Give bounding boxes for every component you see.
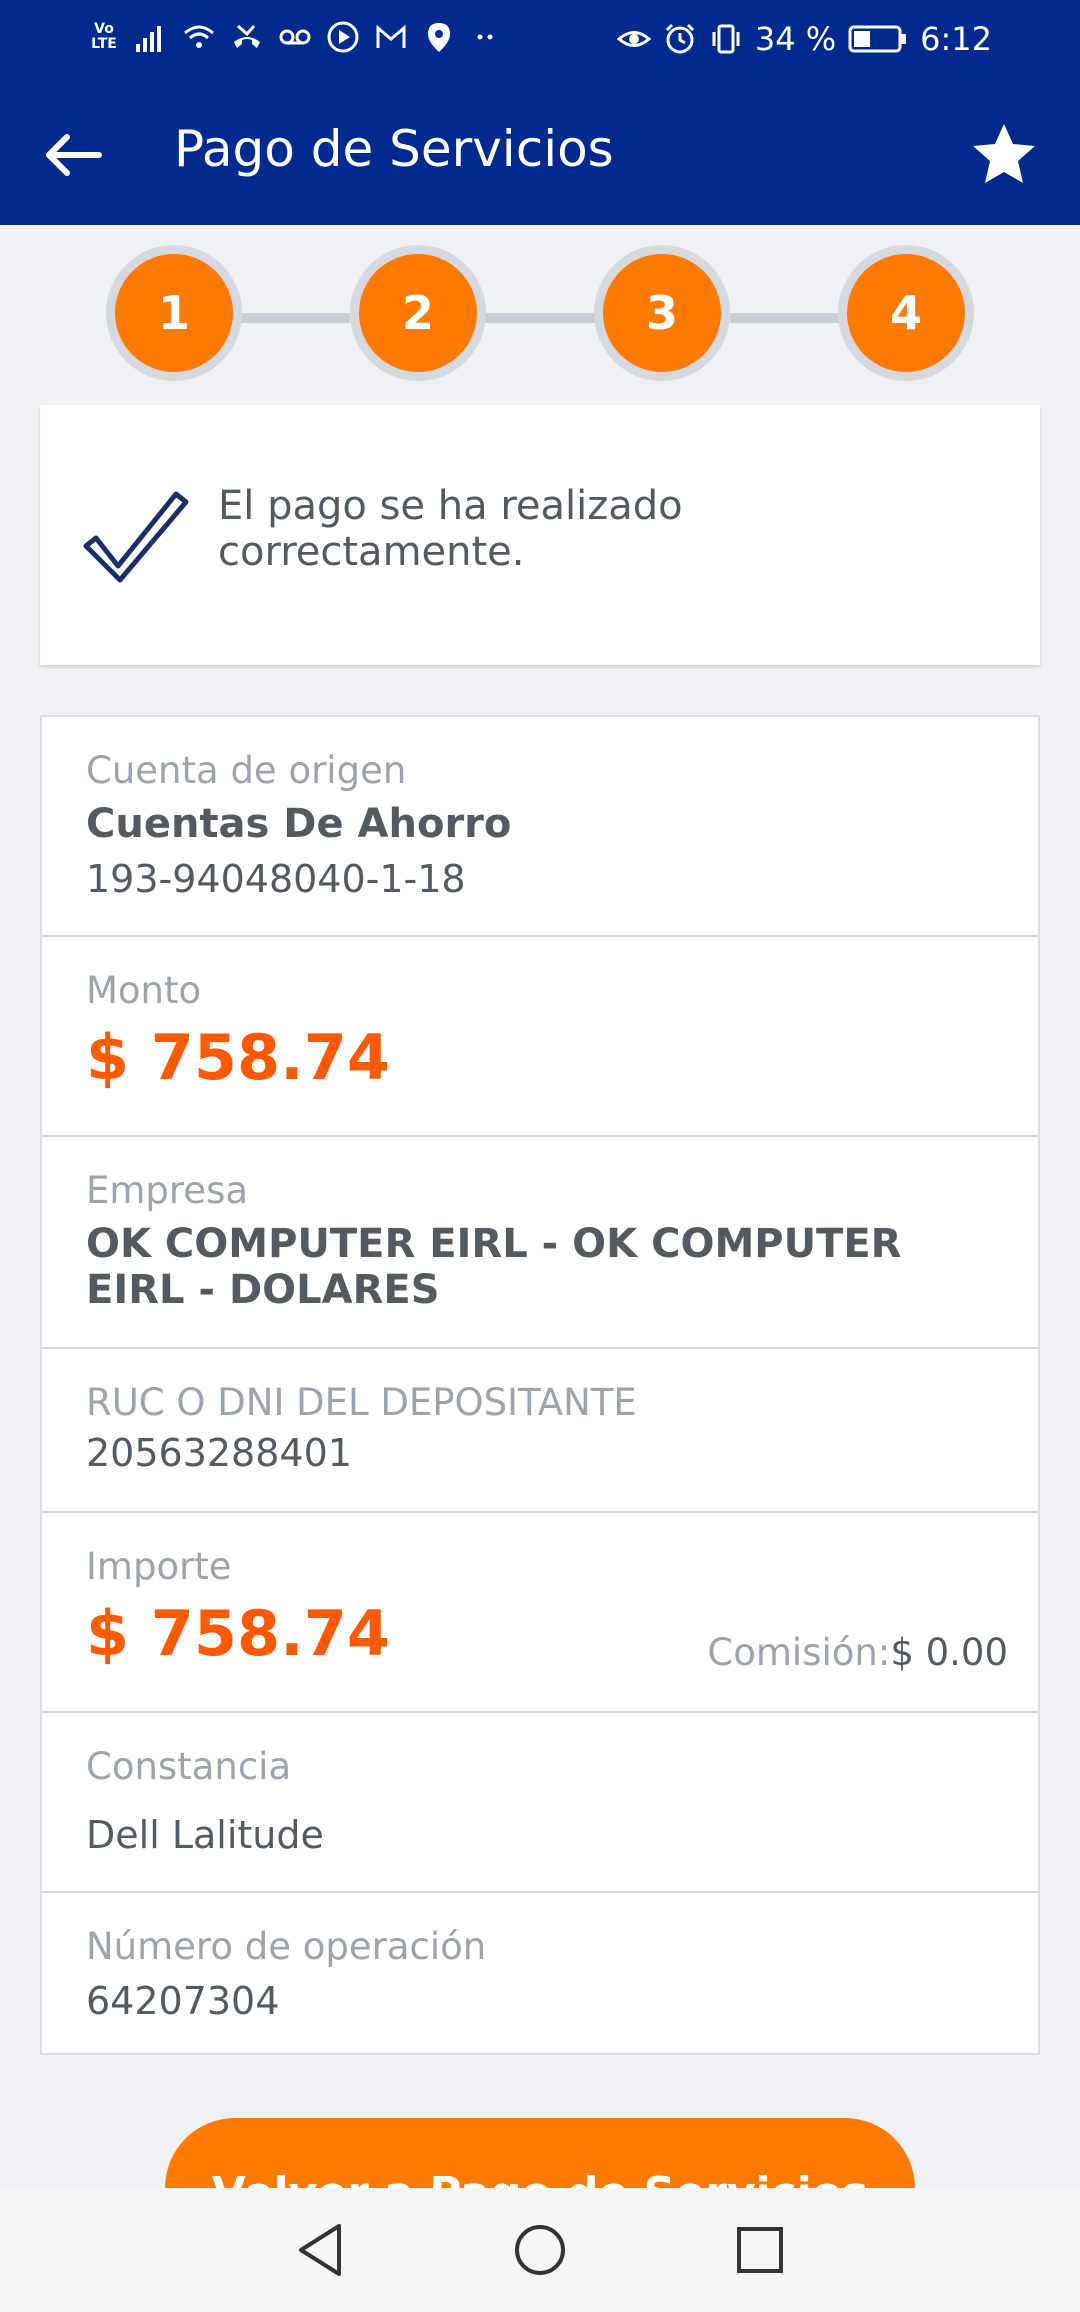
- triangle-back-icon: [299, 2224, 341, 2276]
- origin-account-number: 193-94048040-1-18: [86, 857, 466, 901]
- status-bar: Vo LTE 34 % 6:12: [0, 0, 1080, 80]
- step-number: 1: [115, 254, 233, 372]
- app-bar: Pago de Servicios: [0, 80, 1080, 225]
- more-dots-icon: [477, 34, 493, 40]
- company-label: Empresa: [86, 1169, 249, 1212]
- signal-icon: [136, 26, 161, 52]
- total-value: $ 758.74: [86, 1597, 390, 1670]
- step-connector: [240, 313, 350, 323]
- navigation-bar: [0, 2188, 1080, 2312]
- clock: 6:12: [920, 20, 992, 58]
- operation-value: 64207304: [86, 1979, 280, 2023]
- star-icon: [973, 124, 1035, 183]
- vibrate-icon: [712, 24, 740, 54]
- depositor-value: 20563288401: [86, 1431, 352, 1475]
- success-message: El pago se ha realizado correctamente.: [218, 483, 683, 575]
- detail-company: Empresa OK COMPUTER EIRL - OK COMPUTER E…: [42, 1137, 1038, 1349]
- page-title: Pago de Servicios: [174, 120, 614, 178]
- missed-call-icon: [234, 24, 260, 48]
- volte-label: Vo LTE: [91, 21, 117, 52]
- origin-account-type: Cuentas De Ahorro: [86, 801, 512, 847]
- commission-value: $ 0.00: [890, 1631, 1008, 1674]
- step-1: 1: [106, 245, 242, 381]
- amount-value: $ 758.74: [86, 1021, 390, 1094]
- battery-icon: [848, 25, 907, 53]
- alarm-icon: [665, 23, 694, 54]
- progress-stepper: 1 2 3 4: [0, 225, 1080, 405]
- commission: Comisión:$ 0.00: [707, 1631, 1008, 1674]
- step-number: 3: [603, 254, 721, 372]
- total-label: Importe: [86, 1545, 232, 1588]
- detail-depositor: RUC O DNI DEL DEPOSITANTE 20563288401: [42, 1349, 1038, 1513]
- location-icon: [428, 23, 450, 52]
- receipt-label: Constancia: [86, 1745, 292, 1788]
- eye-icon: [616, 31, 651, 47]
- back-button[interactable]: [38, 120, 108, 190]
- detail-amount: Monto $ 758.74: [42, 937, 1038, 1137]
- step-number: 2: [359, 254, 477, 372]
- play-icon: [327, 21, 359, 53]
- payment-details: Cuenta de origen Cuentas De Ahorro 193-9…: [40, 715, 1040, 2055]
- step-3: 3: [594, 245, 730, 381]
- wifi-icon: [184, 25, 214, 48]
- detail-total: Importe $ 758.74 Comisión:$ 0.00: [42, 1513, 1038, 1713]
- top-bar: Vo LTE 34 % 6:12 Pago de Servicios: [0, 0, 1080, 225]
- step-connector: [730, 313, 840, 323]
- step-number: 4: [847, 254, 965, 372]
- step-4: 4: [838, 245, 974, 381]
- status-right: 34 % 6:12: [616, 20, 992, 58]
- circle-home-icon: [515, 2225, 565, 2275]
- nav-recents-button[interactable]: [725, 2215, 795, 2285]
- nav-home-button[interactable]: [505, 2215, 575, 2285]
- commission-label: Comisión:: [707, 1631, 891, 1674]
- receipt-value: Dell Lalitude: [86, 1813, 324, 1857]
- detail-origin-account: Cuenta de origen Cuentas De Ahorro 193-9…: [42, 717, 1038, 937]
- detail-operation: Número de operación 64207304: [42, 1893, 1038, 2053]
- arrow-left-icon: [46, 134, 102, 176]
- depositor-label: RUC O DNI DEL DEPOSITANTE: [86, 1381, 637, 1424]
- step-connector: [485, 313, 595, 323]
- success-card: El pago se ha realizado correctamente.: [40, 405, 1040, 665]
- battery-percent: 34 %: [754, 20, 837, 58]
- amount-label: Monto: [86, 969, 202, 1012]
- nav-back-button[interactable]: [285, 2215, 355, 2285]
- checkmark-icon: [83, 491, 189, 583]
- square-recents-icon: [737, 2227, 783, 2273]
- step-2: 2: [350, 245, 486, 381]
- favorite-button[interactable]: [966, 116, 1042, 192]
- gmail-icon: [376, 24, 406, 48]
- company-value: OK COMPUTER EIRL - OK COMPUTER EIRL - DO…: [86, 1221, 902, 1313]
- origin-label: Cuenta de origen: [86, 749, 407, 792]
- status-left: Vo LTE: [88, 20, 504, 54]
- operation-label: Número de operación: [86, 1925, 487, 1968]
- voicemail-icon: [279, 29, 311, 45]
- detail-receipt: Constancia Dell Lalitude: [42, 1713, 1038, 1893]
